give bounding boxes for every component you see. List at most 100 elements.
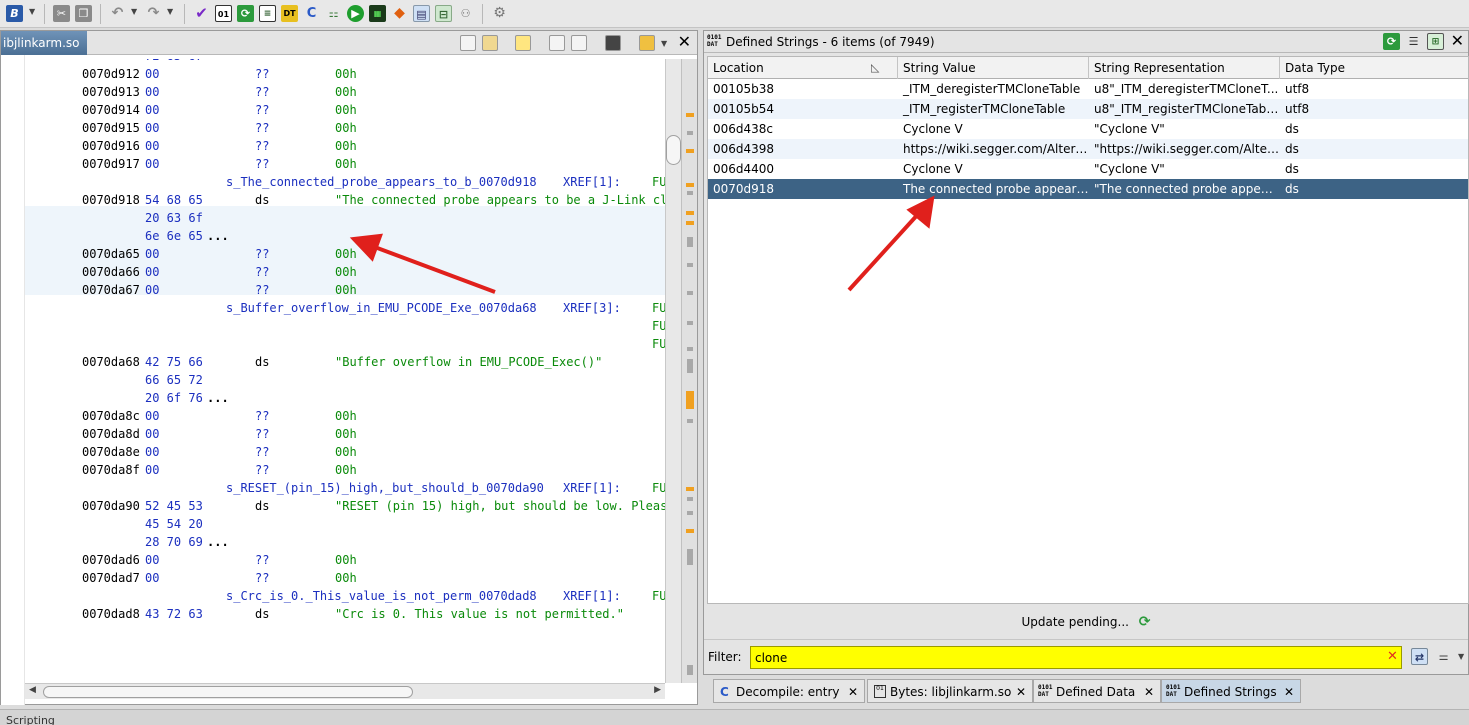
tab-defined-data[interactable]: 0101 DAT Defined Data ✕ xyxy=(1033,679,1161,703)
close-icon[interactable]: ✕ xyxy=(1451,32,1464,50)
listing-vertical-scrollbar[interactable] xyxy=(665,59,681,683)
run-icon[interactable]: ▶ xyxy=(347,5,364,22)
cut-icon[interactable]: ✂ xyxy=(53,5,70,22)
chevron-down-icon[interactable]: ▼ xyxy=(1458,652,1464,661)
listing-line[interactable]: 28 70 69... xyxy=(25,533,665,551)
listing-line[interactable]: s_Buffer_overflow_in_EMU_PCODE_Exe_0070d… xyxy=(25,299,665,317)
scroll-left-icon[interactable]: ◀ xyxy=(29,685,36,695)
listing-title[interactable]: ibjlinkarm.so xyxy=(1,31,87,55)
chevron-down-icon[interactable]: ▼ xyxy=(661,39,667,48)
marker[interactable] xyxy=(686,113,694,117)
close-icon[interactable]: ✕ xyxy=(1144,680,1154,704)
listing-line[interactable]: FU xyxy=(25,335,665,353)
listing-icon[interactable]: ≡ xyxy=(259,5,276,22)
marker[interactable] xyxy=(687,131,693,135)
scroll-right-icon[interactable]: ▶ xyxy=(654,685,661,695)
diff-icon[interactable] xyxy=(571,35,587,51)
marker[interactable] xyxy=(686,221,694,225)
table-row[interactable]: 00105b54 _ITM_registerTMCloneTable u8"_ITM… xyxy=(708,99,1468,119)
listing-margin[interactable] xyxy=(1,55,25,705)
filter-options-icon[interactable]: ⇄ xyxy=(1411,648,1428,665)
sort-icon[interactable]: ◺ xyxy=(871,57,879,79)
listing-line[interactable]: 0070d912 00?? 00h xyxy=(25,65,665,83)
marker[interactable] xyxy=(687,359,693,373)
listing-view[interactable]: 72 65 670070d91200??00h0070d91300??00h00… xyxy=(25,59,665,683)
marker[interactable] xyxy=(686,487,694,491)
marker[interactable] xyxy=(687,347,693,351)
listing-line[interactable]: 0070dad7 00?? 00h xyxy=(25,569,665,587)
marker[interactable] xyxy=(687,291,693,295)
listing-line[interactable]: s_RESET_(pin_15)_high,_but_should_b_0070… xyxy=(25,479,665,497)
scroll-thumb[interactable] xyxy=(43,686,413,698)
listing-line[interactable]: 20 6f 76... xyxy=(25,389,665,407)
marker[interactable] xyxy=(686,211,694,215)
snapshot-icon[interactable] xyxy=(605,35,621,51)
table-row[interactable]: 0070d918 The connected probe appears ... "… xyxy=(708,179,1468,199)
listing-line[interactable]: 0070da8c 00?? 00h xyxy=(25,407,665,425)
gear-icon[interactable]: ⚙ xyxy=(491,5,508,22)
redo-icon[interactable]: ↷ xyxy=(145,5,162,22)
refresh-icon[interactable]: ⟳ xyxy=(237,5,254,22)
listing-line[interactable]: 0070da8f 00?? 00h xyxy=(25,461,665,479)
chevron-down-icon[interactable]: ▼ xyxy=(167,7,173,16)
decompile-icon[interactable]: C xyxy=(303,5,320,22)
listing-line[interactable]: 0070dad8 43 72 63 ds "Crc is 0. This value … xyxy=(25,605,665,623)
listing-line[interactable]: 0070da68 42 75 66 ds "Buffer overflow in EM… xyxy=(25,353,665,371)
chevron-down-icon[interactable]: ▼ xyxy=(29,7,35,16)
copy-icon[interactable] xyxy=(460,35,476,51)
cursor-icon[interactable] xyxy=(515,35,531,51)
close-icon[interactable]: ✕ xyxy=(1284,680,1294,704)
listing-line[interactable]: 0070da65 00?? 00h xyxy=(25,245,665,263)
function-graph-icon[interactable]: ⚏ xyxy=(325,5,342,22)
ghidra-b-icon[interactable]: B xyxy=(6,5,23,22)
tab-defined-strings[interactable]: 0101 DAT Defined Strings ✕ xyxy=(1161,679,1301,703)
marker[interactable] xyxy=(687,419,693,423)
refresh-icon[interactable]: ⟳ xyxy=(1383,33,1400,50)
tab-decompile[interactable]: C Decompile: entry ✕ xyxy=(713,679,865,703)
listing-horizontal-scrollbar[interactable]: ◀ ▶ xyxy=(25,683,665,699)
filter-input[interactable] xyxy=(750,646,1402,669)
listing-line[interactable]: 45 54 20 xyxy=(25,515,665,533)
column-header-string-value[interactable]: String Value xyxy=(898,57,1089,79)
scroll-thumb[interactable] xyxy=(666,135,681,165)
listing-line[interactable]: FU xyxy=(25,317,665,335)
listing-line[interactable]: 6e 6e 65... xyxy=(25,227,665,245)
close-icon[interactable]: ✕ xyxy=(848,680,858,704)
columns-icon[interactable]: ☰ xyxy=(1405,33,1422,50)
listing-line[interactable]: 0070da8e 00?? 00h xyxy=(25,443,665,461)
listing-line[interactable]: 66 65 72 xyxy=(25,371,665,389)
tree-icon[interactable]: ⊟ xyxy=(435,5,452,22)
listing-line[interactable]: 20 63 6f xyxy=(25,209,665,227)
marker[interactable] xyxy=(687,497,693,501)
listing-line[interactable]: s_The_connected_probe_appears_to_b_0070d… xyxy=(25,173,665,191)
clear-filter-icon[interactable]: ✕ xyxy=(1387,648,1398,666)
marker[interactable] xyxy=(687,237,693,247)
layout-icon[interactable] xyxy=(639,35,655,51)
column-header-location[interactable]: Location ◺ xyxy=(708,57,898,79)
listing-line[interactable]: 0070d918 54 68 65 ds "The connected probe a… xyxy=(25,191,665,209)
marker[interactable] xyxy=(686,529,694,533)
memory-map-icon[interactable]: ▦ xyxy=(369,5,386,22)
checkmark-icon[interactable]: ✔ xyxy=(193,5,210,22)
listing-line[interactable]: 0070dad6 00?? 00h xyxy=(25,551,665,569)
table-row[interactable]: 00105b38 _ITM_deregisterTMCloneTable u8"_I… xyxy=(708,79,1468,99)
table-row[interactable]: 006d4398 https://wiki.segger.com/Altera_.… xyxy=(708,139,1468,159)
listing-line[interactable]: 0070da90 52 45 53 ds "RESET (pin 15) high, … xyxy=(25,497,665,515)
marker[interactable] xyxy=(687,511,693,515)
listing-line[interactable]: 0070d917 00?? 00h xyxy=(25,155,665,173)
marker[interactable] xyxy=(687,263,693,267)
marker[interactable] xyxy=(686,391,694,409)
filter-settings-icon[interactable]: ⚌ xyxy=(1435,648,1452,665)
marker[interactable] xyxy=(687,191,693,195)
listing-line[interactable]: 0070d913 00?? 00h xyxy=(25,83,665,101)
listing-line[interactable]: 0070da67 00?? 00h xyxy=(25,281,665,299)
function-call-tree-icon[interactable]: ⚇ xyxy=(457,5,474,22)
table-row[interactable]: 006d438c Cyclone V "Cyclone V" ds xyxy=(708,119,1468,139)
chevron-down-icon[interactable]: ▼ xyxy=(131,7,137,16)
data-type-icon[interactable]: DT xyxy=(281,5,298,22)
overview-marker-bar[interactable] xyxy=(681,59,697,683)
marker[interactable] xyxy=(687,321,693,325)
listing-line[interactable]: 0070d916 00?? 00h xyxy=(25,137,665,155)
column-header-string-representation[interactable]: String Representation xyxy=(1089,57,1280,79)
bookmark-icon[interactable]: ◆ xyxy=(391,5,408,22)
